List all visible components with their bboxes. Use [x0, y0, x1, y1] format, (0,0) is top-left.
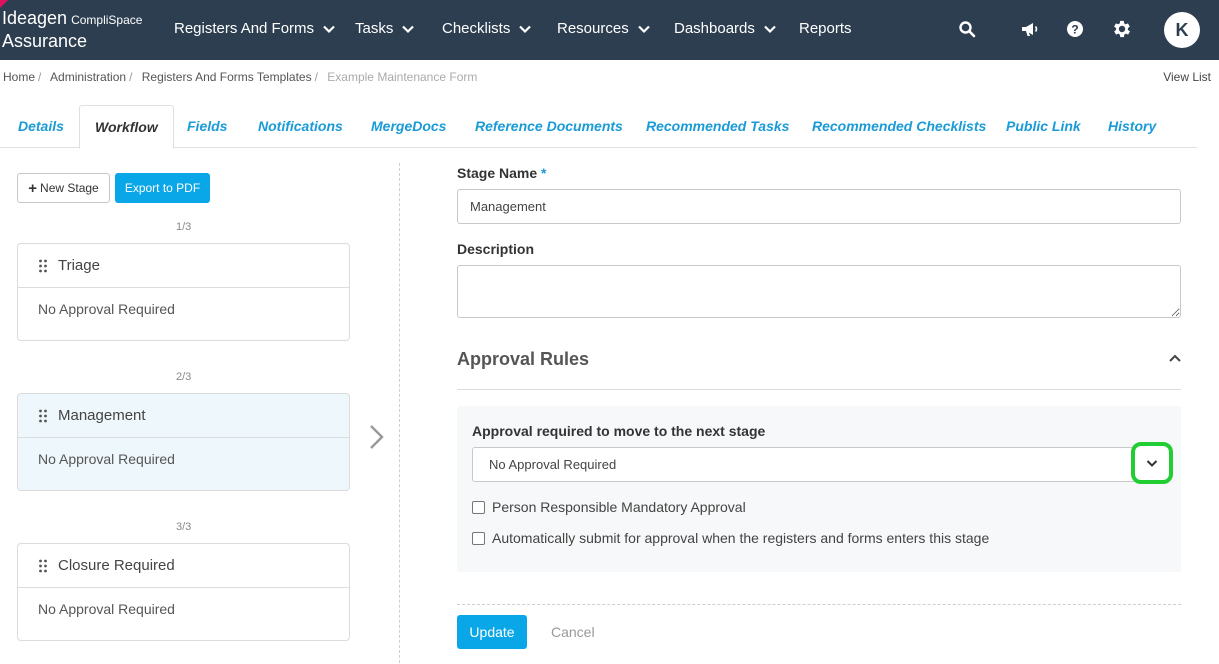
form-footer-divider [457, 604, 1181, 605]
tab-recommended-tasks[interactable]: Recommended Tasks [646, 118, 789, 134]
description-textarea[interactable] [457, 265, 1181, 318]
select-dropdown-toggle[interactable] [1131, 442, 1173, 484]
chevron-down-icon [519, 25, 532, 33]
chevron-up-icon[interactable] [1168, 351, 1182, 365]
approval-required-label: Approval required to move to the next st… [472, 423, 766, 439]
brand-accent-corner [0, 0, 8, 8]
export-to-pdf-button[interactable]: Export to PDF [115, 173, 210, 203]
stage-name-input[interactable] [457, 189, 1181, 224]
plus-icon: + [28, 179, 38, 197]
stage-card-closure-required[interactable]: Closure Required No Approval Required [17, 543, 350, 641]
logo-brand: Ideagen [2, 8, 68, 28]
chevron-right-icon [370, 425, 384, 449]
nav-label: Tasks [355, 20, 394, 37]
column-divider [399, 163, 400, 663]
nav-resources[interactable]: Resources [557, 20, 651, 37]
tab-notifications[interactable]: Notifications [258, 118, 343, 134]
tab-details[interactable]: Details [18, 118, 64, 134]
breadcrumb-separator: / [314, 70, 318, 84]
stage-card-management[interactable]: Management No Approval Required [17, 393, 350, 491]
select-value: No Approval Required [489, 457, 617, 472]
stage-counter: 3/3 [176, 521, 192, 533]
nav-label: Dashboards [674, 20, 755, 37]
help-icon[interactable]: ? [1064, 18, 1086, 40]
tab-recommended-checklists[interactable]: Recommended Checklists [812, 118, 986, 134]
person-responsible-label: Person Responsible Mandatory Approval [492, 499, 746, 515]
search-icon[interactable] [956, 18, 978, 40]
approval-required-select[interactable]: No Approval Required [472, 447, 1167, 482]
megaphone-icon[interactable] [1019, 18, 1041, 40]
breadcrumb-registers-templates[interactable]: Registers And Forms Templates [142, 70, 312, 84]
breadcrumb-separator: / [38, 70, 42, 84]
drag-handle-icon[interactable] [38, 559, 48, 573]
tab-public-link[interactable]: Public Link [1006, 118, 1081, 134]
stage-approval-text: No Approval Required [38, 451, 175, 467]
breadcrumb-administration[interactable]: Administration [50, 70, 126, 84]
new-stage-label: New Stage [40, 181, 99, 195]
stage-name-label: Stage Name * [457, 165, 547, 181]
stage-name: Triage [58, 257, 100, 274]
chevron-down-icon [637, 25, 650, 33]
drag-handle-icon[interactable] [38, 409, 48, 423]
chevron-down-icon [764, 25, 776, 33]
chevron-down-icon [402, 25, 415, 33]
nav-label: Checklists [442, 20, 511, 37]
chevron-down-icon [323, 25, 335, 33]
person-responsible-checkbox[interactable] [472, 500, 485, 514]
user-avatar[interactable]: K [1164, 12, 1200, 48]
top-navigation-bar: Ideagen CompliSpace Assurance Registers A… [0, 0, 1219, 60]
person-responsible-row[interactable]: Person Responsible Mandatory Approval [472, 499, 746, 515]
tab-mergedocs[interactable]: MergeDocs [371, 118, 446, 134]
logo-product: Assurance [2, 31, 88, 51]
breadcrumb-home[interactable]: Home [3, 70, 35, 84]
nav-reports[interactable]: Reports [799, 20, 852, 37]
tab-bar: Details Workflow Fields Notifications Me… [0, 105, 1197, 149]
stage-counter: 1/3 [176, 221, 192, 233]
breadcrumb-separator: / [129, 70, 133, 84]
approval-rules-title: Approval Rules [457, 349, 590, 369]
nav-checklists[interactable]: Checklists [442, 20, 532, 37]
auto-submit-row[interactable]: Automatically submit for approval when t… [472, 530, 989, 546]
tab-history[interactable]: History [1108, 118, 1156, 134]
stage-name: Management [58, 407, 146, 424]
nav-tasks[interactable]: Tasks [355, 20, 415, 37]
stage-approval-text: No Approval Required [38, 601, 175, 617]
stage-approval-text: No Approval Required [38, 301, 175, 317]
nav-label: Reports [799, 20, 852, 37]
nav-label: Registers And Forms [174, 20, 315, 37]
auto-submit-checkbox[interactable] [472, 531, 485, 545]
nav-dashboards[interactable]: Dashboards [674, 20, 777, 37]
description-label: Description [457, 241, 535, 257]
tab-reference-documents[interactable]: Reference Documents [475, 118, 623, 134]
auto-submit-label: Automatically submit for approval when t… [492, 530, 990, 546]
update-button[interactable]: Update [457, 615, 527, 649]
nav-label: Resources [557, 20, 629, 37]
drag-handle-icon[interactable] [38, 259, 48, 273]
stage-name: Closure Required [58, 557, 175, 574]
breadcrumb: Home / Administration / Registers And Form… [3, 70, 477, 84]
tab-fields[interactable]: Fields [187, 118, 227, 134]
nav-registers-and-forms[interactable]: Registers And Forms [174, 20, 336, 37]
section-divider [457, 389, 1181, 390]
chevron-down-icon [1146, 460, 1158, 467]
stage-counter: 2/3 [176, 371, 192, 383]
gear-icon[interactable] [1111, 18, 1133, 40]
breadcrumb-current: Example Maintenance Form [327, 70, 478, 84]
cancel-button[interactable]: Cancel [551, 624, 595, 640]
svg-text:?: ? [1071, 22, 1078, 36]
logo-sub: CompliSpace [71, 13, 143, 27]
required-marker: * [541, 165, 547, 181]
tab-workflow[interactable]: Workflow [79, 105, 174, 149]
stage-card-triage[interactable]: Triage No Approval Required [17, 243, 350, 341]
view-list-link[interactable]: View List [1163, 70, 1211, 84]
new-stage-button[interactable]: + New Stage [17, 173, 110, 203]
